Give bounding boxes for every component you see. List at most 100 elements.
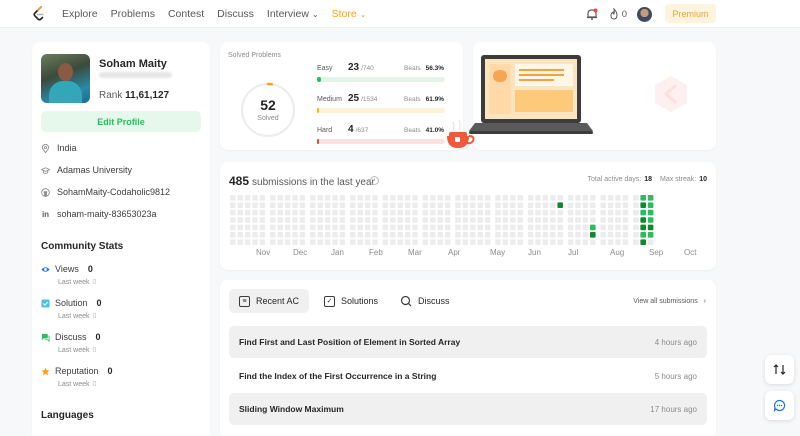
nav-problems[interactable]: Problems <box>111 8 155 20</box>
heatmap-cell <box>542 239 549 245</box>
heatmap-cell <box>535 239 541 245</box>
heatmap-cell <box>484 195 491 201</box>
leetcode-logo-icon[interactable] <box>32 6 46 22</box>
graduation-cap-icon <box>41 166 50 174</box>
heatmap-cell <box>372 202 378 208</box>
heatmap-cell <box>470 209 476 216</box>
submission-row[interactable]: Find the Index of the First Occurrence i… <box>229 360 707 392</box>
active-days-label: Total active days: <box>587 176 642 183</box>
info-icon[interactable]: i <box>370 176 379 185</box>
heatmap-cell <box>332 209 338 216</box>
heatmap-cell <box>484 224 491 231</box>
heatmap-cell <box>502 224 509 231</box>
heatmap-cell <box>517 217 523 223</box>
feedback-button[interactable] <box>765 391 794 420</box>
discuss-icon <box>41 333 50 342</box>
stat-label: Reputation <box>55 366 99 376</box>
edit-profile-button[interactable]: Edit Profile <box>41 111 201 132</box>
heatmap-cell <box>567 217 574 223</box>
github-link[interactable]: SohamMaity-Codaholic9812 <box>57 187 170 197</box>
month-label: Mar <box>408 248 422 257</box>
heatmap-cell <box>382 209 389 216</box>
heatmap-cell <box>575 224 581 231</box>
nav-store[interactable]: Store ⌄ <box>332 8 367 20</box>
difficulty-name: Hard <box>317 127 333 134</box>
heatmap-cell <box>607 224 614 231</box>
heatmap-cell <box>292 209 298 216</box>
heatmap-cell <box>535 195 541 201</box>
linkedin-link[interactable]: soham-maity-83653023a <box>57 209 157 219</box>
beats-label: Beats <box>404 127 421 134</box>
heatmap-cell <box>252 209 258 216</box>
streak-counter[interactable]: 0 <box>609 8 627 20</box>
heatmap-cell <box>622 217 629 223</box>
heatmap-cell <box>550 195 556 201</box>
heatmap-cell <box>277 195 283 201</box>
stat-discuss: Discuss 0 <box>41 332 101 342</box>
heatmap-cell <box>607 232 614 238</box>
heatmap-cell <box>550 232 556 238</box>
heatmap-cell <box>607 217 614 223</box>
user-avatar[interactable] <box>637 6 652 22</box>
nav-explore[interactable]: Explore <box>62 8 98 20</box>
max-streak-label: Max streak: <box>660 176 697 183</box>
heatmap-cell <box>404 217 411 223</box>
heatmap-cell <box>270 232 276 238</box>
tab-recent-ac[interactable]: ≡ Recent AC <box>229 289 310 313</box>
heatmap-cell <box>310 202 316 208</box>
heatmap-cell <box>600 195 606 201</box>
bell-icon[interactable] <box>585 7 599 21</box>
heatmap-cell <box>412 209 418 216</box>
heatmap-cell <box>430 217 436 223</box>
heatmap-cell <box>590 217 596 223</box>
heatmap-cell <box>244 217 251 223</box>
difficulty-progress-bar <box>317 139 445 144</box>
heatmap-cell <box>640 195 646 201</box>
heatmap-cell <box>437 202 443 208</box>
location-row: India <box>41 143 77 153</box>
chevron-down-icon: ⌄ <box>359 10 367 19</box>
heatmap-cell <box>412 195 418 201</box>
tab-solutions[interactable]: ✓ Solutions <box>314 289 388 313</box>
difficulty-count: 23/740 <box>348 62 374 73</box>
heatmap-cell <box>542 232 549 238</box>
heatmap-cell <box>640 232 646 238</box>
nav-discuss[interactable]: Discuss <box>217 8 254 20</box>
heatmap-cell <box>455 232 461 238</box>
heatmap-cell <box>510 202 516 208</box>
github-row[interactable]: SohamMaity-Codaholic9812 <box>41 187 170 197</box>
heatmap-cell <box>477 195 483 201</box>
heatmap-cell <box>615 217 621 223</box>
heatmap-cell <box>615 209 621 216</box>
tab-discuss[interactable]: Discuss <box>390 289 460 313</box>
chevron-down-icon: ⌄ <box>311 10 319 19</box>
submission-title: Find the Index of the First Occurrence i… <box>239 371 437 381</box>
submission-row[interactable]: Find First and Last Position of Element … <box>229 326 707 358</box>
heatmap-cell <box>607 195 614 201</box>
heatmap-cell <box>510 224 516 231</box>
heatmap-cell <box>404 239 411 245</box>
list-check-icon: ≡ <box>239 295 250 307</box>
submission-row[interactable]: Sliding Window Maximum 17 hours ago <box>229 393 707 425</box>
heatmap-cell <box>495 232 501 238</box>
month-label: Dec <box>293 248 308 257</box>
nav-contest[interactable]: Contest <box>168 8 204 20</box>
last-week-label: Last week <box>58 279 90 286</box>
linkedin-row[interactable]: in soham-maity-83653023a <box>41 209 157 219</box>
heatmap-cell <box>590 232 596 238</box>
view-all-submissions-link[interactable]: View all submissions › <box>633 298 706 305</box>
heatmap-cell <box>477 217 483 223</box>
difficulty-solved: 4 <box>348 124 354 135</box>
heatmap-cell <box>317 202 323 208</box>
badges-card <box>447 42 716 150</box>
heatmap-cell <box>615 195 621 201</box>
heatmap-cell <box>647 217 654 223</box>
heatmap-cell <box>575 239 581 245</box>
premium-button[interactable]: Premium <box>665 4 716 23</box>
switch-layout-button[interactable] <box>765 355 794 384</box>
nav-interview[interactable]: Interview ⌄ <box>267 8 319 20</box>
difficulty-beats: Beats 56.3% <box>404 65 444 72</box>
heatmap-cell <box>357 224 363 231</box>
submission-title: Find First and Last Position of Element … <box>239 337 461 347</box>
heatmap-cell <box>339 224 346 231</box>
